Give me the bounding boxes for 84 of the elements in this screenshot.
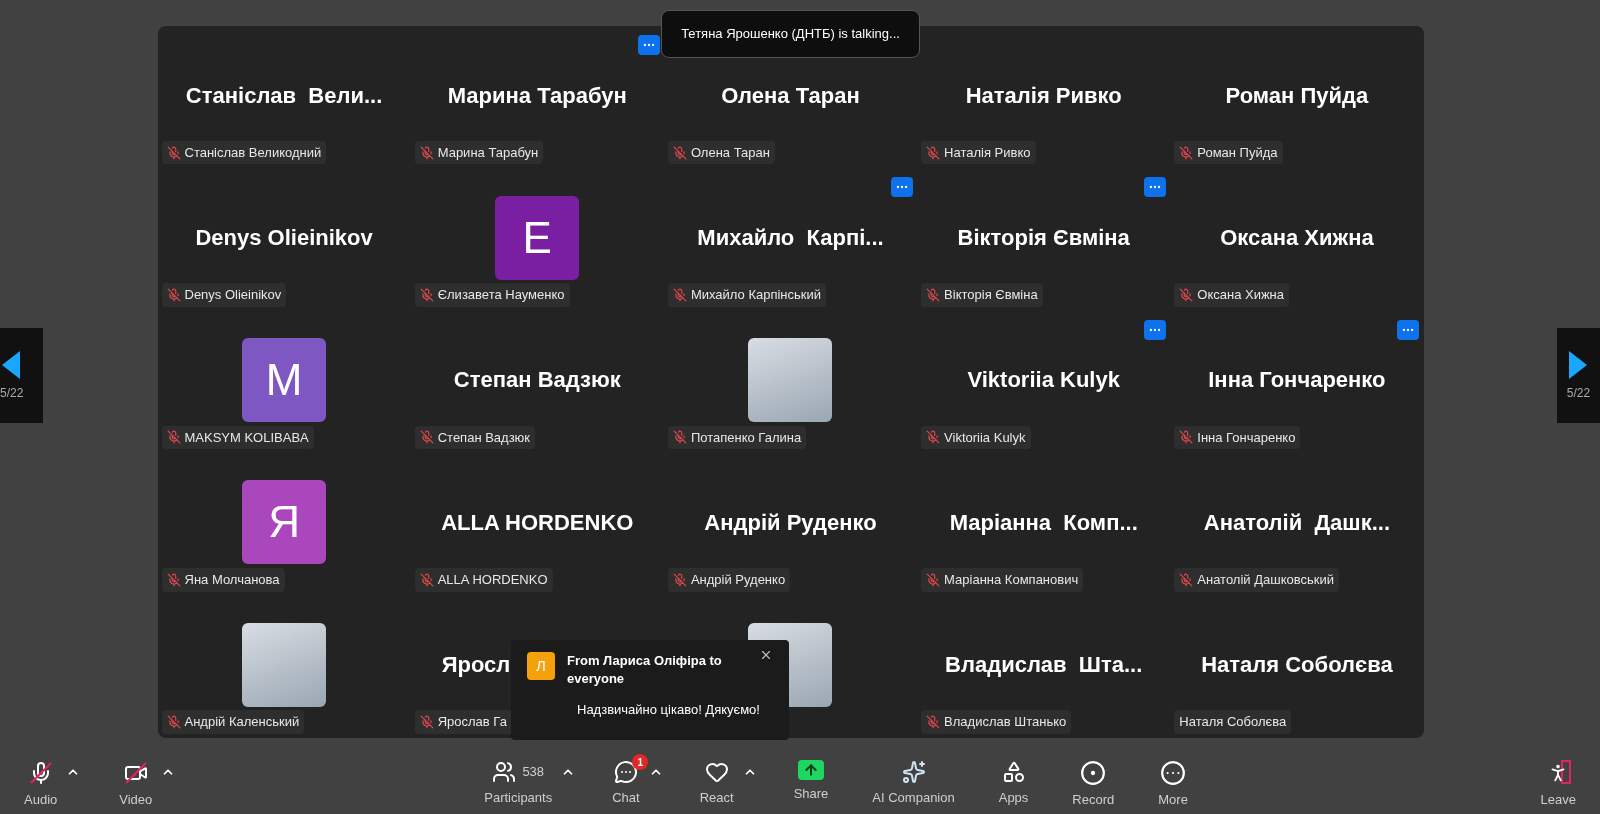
unread-badge: 1	[632, 754, 649, 770]
heart-icon	[704, 760, 729, 784]
more-options-button[interactable]	[1144, 177, 1167, 198]
ai-button[interactable]: AI Companion	[864, 750, 963, 812]
participant-name: Вікторія Євміна	[957, 224, 1130, 253]
participant-label: Михайло Карпінський	[690, 286, 822, 305]
people-icon	[492, 760, 517, 784]
react-button[interactable]: React	[691, 750, 742, 812]
participant-label: Інна Гончаренко	[1197, 428, 1296, 447]
more-options-button[interactable]	[891, 177, 914, 198]
participant-name: ALLA HORDENKO	[441, 508, 634, 537]
avatar-initial: E	[495, 195, 580, 280]
participant-label: Анатолій Дашковський	[1197, 571, 1334, 590]
participant-label: Андрій Руденко	[690, 571, 786, 590]
participant-name: Олена Таран	[721, 81, 860, 110]
participant-name: Владислав Шта...	[945, 651, 1143, 680]
share-button[interactable]: Share	[785, 750, 837, 808]
participant-name: Андрій Руденко	[704, 508, 877, 537]
video-button[interactable]: Video	[111, 750, 161, 814]
participant-label: Роман Пуйда	[1197, 143, 1278, 162]
participant-label: Марина Тарабун	[437, 143, 539, 162]
participant-label: Наталія Ривко	[944, 143, 1031, 162]
chat-button[interactable]: 1 Chat	[604, 750, 648, 812]
sender-avatar: Л	[527, 652, 555, 680]
participants-button[interactable]: 538 Participants	[476, 750, 561, 812]
sender-line: From Лариса Оліфіра to everyone	[567, 652, 723, 688]
participant-label: MAKSYM KOLIBABA	[184, 428, 309, 447]
next-page-button[interactable]: 5/22	[1557, 327, 1600, 423]
right-triangle-icon	[1568, 351, 1589, 379]
more-options-button[interactable]	[1397, 319, 1420, 340]
ellipsis-circle-icon	[1160, 760, 1187, 786]
chat-notification[interactable]: Л From Лариса Оліфіра to everyone Надзвичайно цікаво! Дякуємо!	[511, 640, 789, 740]
participant-label: Потапенко Галина	[690, 428, 802, 447]
participant-name: Марина Тарабун	[447, 81, 627, 110]
participant-label: Степан Вадзюк	[437, 428, 531, 447]
participant-label: Маріанна Компанович	[944, 571, 1079, 590]
chat-message: Надзвичайно цікаво! Дякуємо!	[577, 701, 761, 719]
participant-name: Інна Гончаренко	[1208, 366, 1386, 395]
participant-name: Оксана Хижна	[1220, 224, 1374, 253]
close-icon	[759, 648, 773, 662]
participant-label: Єлизавета Науменко	[437, 286, 565, 305]
audio-button[interactable]: Audio	[16, 750, 66, 814]
more-options-button[interactable]	[1144, 319, 1167, 340]
participant-name: Маріанна Комп...	[949, 508, 1138, 537]
participant-name: Яросл	[441, 651, 511, 680]
participant-name: Роман Пуйда	[1225, 81, 1369, 110]
page-indicator: 5/22	[1566, 387, 1591, 399]
record-button[interactable]: Record	[1064, 750, 1123, 814]
participant-label: Вікторія Євміна	[944, 286, 1038, 305]
avatar-initial: M	[242, 338, 327, 422]
participant-label: Ярослав Га	[437, 713, 507, 732]
participant-name: Наталя Соболєва	[1201, 651, 1393, 680]
participant-name: Анатолій Дашк...	[1203, 508, 1390, 537]
leave-button[interactable]: Leave	[1532, 750, 1584, 814]
participant-name: Степан Вадзюк	[453, 366, 621, 395]
more-options-button[interactable]	[637, 35, 660, 55]
previous-page-button[interactable]: 5/22	[0, 327, 43, 423]
participant-count: 538	[522, 763, 545, 782]
apps-button[interactable]: Apps	[990, 750, 1037, 812]
participant-name: Viktoriia Kulyk	[967, 366, 1120, 395]
participant-label: Viktoriia Kulyk	[944, 428, 1026, 447]
participant-name: Denys Olieinikov	[195, 224, 373, 253]
chat-bubble-icon	[613, 760, 638, 784]
participant-label: Яна Молчанова	[184, 571, 280, 590]
avatar-initial: Я	[242, 480, 327, 565]
participant-label: Denys Olieinikov	[184, 286, 282, 305]
participant-label: Олена Таран	[690, 143, 770, 162]
page-indicator: 5/22	[0, 387, 24, 399]
participant-name: Наталія Ривко	[965, 81, 1122, 110]
talking-toast: Тетяна Ярошенко (ДНТБ) is talking...	[661, 10, 920, 58]
participant-name: Станіслав Вели...	[185, 81, 383, 110]
record-icon	[1080, 760, 1107, 786]
participant-name: Михайло Карпі...	[697, 224, 884, 253]
sparkle-icon	[901, 760, 926, 784]
participant-label: Андрій Каленський	[184, 713, 300, 732]
participant-label: Наталя Соболєва	[1179, 713, 1287, 732]
participant-label: ALLA HORDENKO	[437, 571, 548, 590]
left-triangle-icon	[0, 351, 20, 379]
participant-label: Оксана Хижна	[1197, 286, 1285, 305]
more-button[interactable]: More	[1150, 750, 1196, 814]
apps-icon	[1001, 760, 1026, 784]
participant-label: Станіслав Великодний	[184, 143, 322, 162]
participant-label: Владислав Штанько	[944, 713, 1067, 732]
close-button[interactable]	[759, 648, 773, 662]
